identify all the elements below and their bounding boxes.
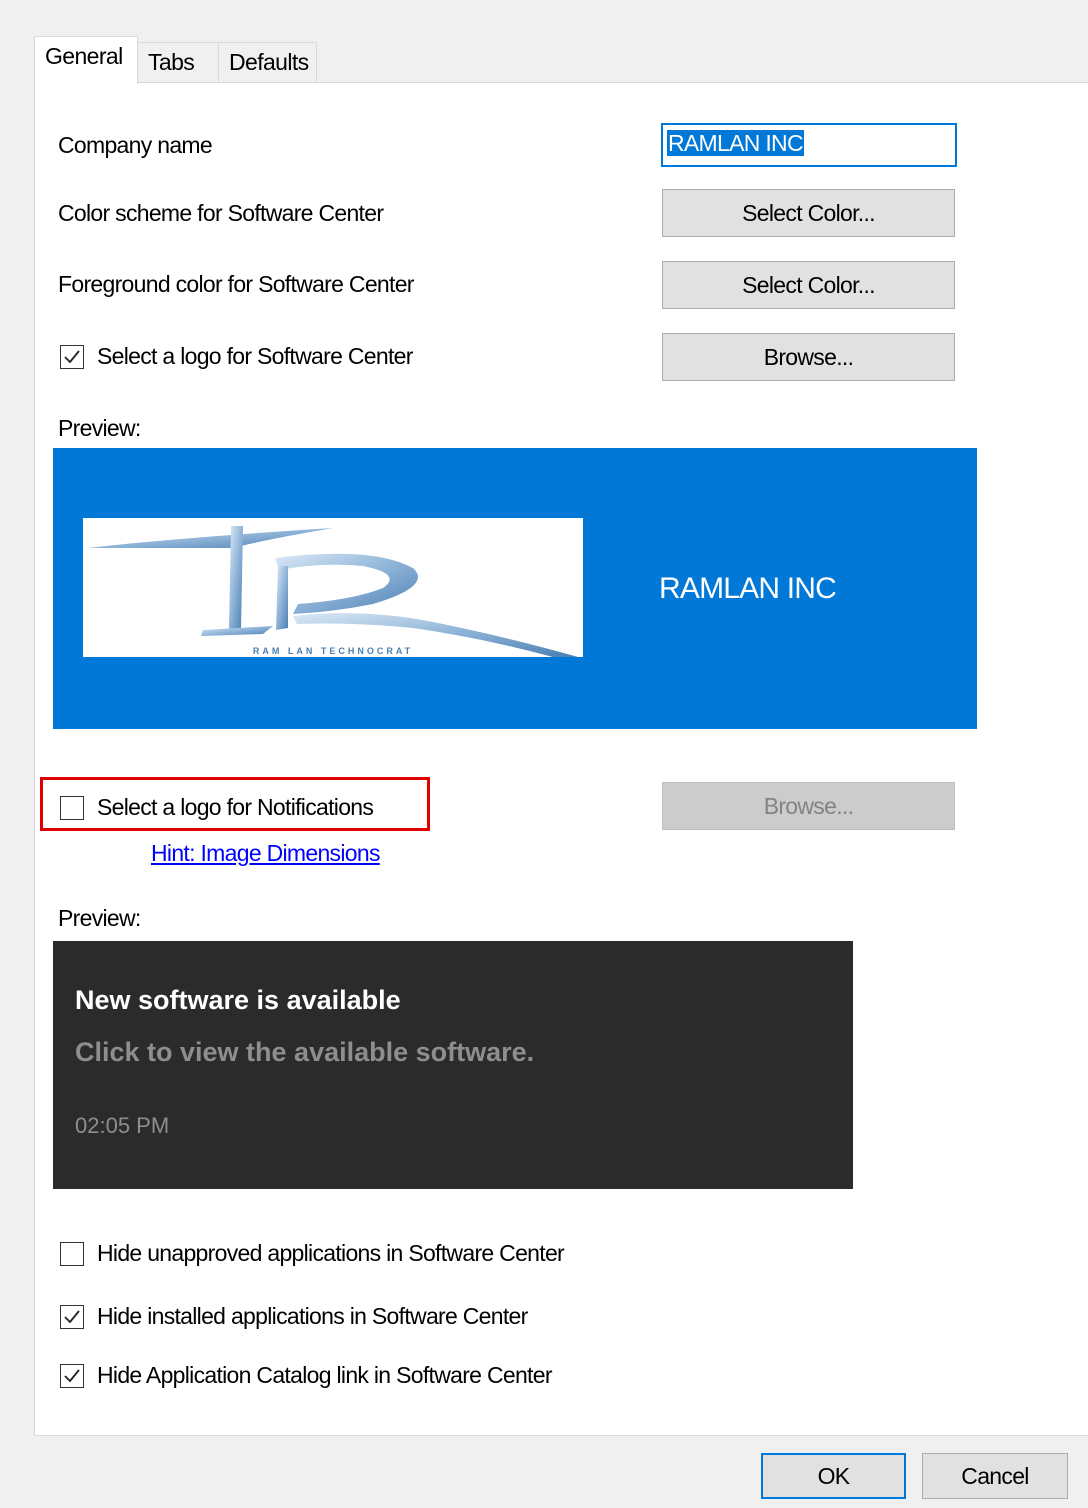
ok-button[interactable]: OK <box>761 1453 906 1499</box>
hide-catalog-link-checkbox[interactable] <box>60 1364 84 1388</box>
foreground-color-label: Foreground color for Software Center <box>58 271 414 297</box>
notification-message: Click to view the available software. <box>75 1037 535 1067</box>
tab-general[interactable]: General <box>34 36 138 84</box>
logo-notifications-label: Select a logo for Notifications <box>97 794 374 820</box>
checkmark-icon <box>64 1369 80 1383</box>
company-name-input[interactable]: RAMLAN INC <box>661 123 957 167</box>
hide-unapproved-label: Hide unapproved applications in Software… <box>97 1240 565 1266</box>
company-name-preview: RAMLAN INC <box>659 572 837 605</box>
company-name-label: Company name <box>58 132 213 158</box>
browse-logo-software-center-button[interactable]: Browse... <box>662 333 955 381</box>
hide-catalog-link-label: Hide Application Catalog link in Softwar… <box>97 1362 552 1388</box>
select-color-scheme-button[interactable]: Select Color... <box>662 189 955 237</box>
select-foreground-color-button[interactable]: Select Color... <box>662 261 955 309</box>
checkmark-icon <box>64 350 80 364</box>
tab-tabs[interactable]: Tabs <box>137 42 219 83</box>
color-scheme-label: Color scheme for Software Center <box>58 200 384 226</box>
notification-preview-label: Preview: <box>58 905 141 931</box>
notification-preview: New software is available Click to view … <box>53 941 853 1189</box>
browse-logo-notifications-button[interactable]: Browse... <box>662 782 955 830</box>
notification-time: 02:05 PM <box>75 1113 170 1138</box>
hide-installed-label: Hide installed applications in Software … <box>97 1303 528 1329</box>
checkmark-icon <box>64 1310 80 1324</box>
logo-notifications-checkbox[interactable] <box>60 796 84 820</box>
software-center-preview: RAM LAN TECHNOCRAT RAMLAN INC <box>53 448 977 729</box>
svg-text:RAM LAN TECHNOCRAT: RAM LAN TECHNOCRAT <box>253 646 413 656</box>
logo-software-center-label: Select a logo for Software Center <box>97 343 413 369</box>
cancel-button[interactable]: Cancel <box>922 1453 1068 1499</box>
tab-defaults[interactable]: Defaults <box>218 42 317 83</box>
hide-unapproved-checkbox[interactable] <box>60 1242 84 1266</box>
hint-image-dimensions-link[interactable]: Hint: Image Dimensions <box>151 840 380 867</box>
notification-title: New software is available <box>75 985 401 1015</box>
company-logo-image: RAM LAN TECHNOCRAT <box>83 518 583 657</box>
logo-graphic: RAM LAN TECHNOCRAT <box>88 526 578 657</box>
company-name-value: RAMLAN INC <box>667 130 804 156</box>
logo-software-center-checkbox[interactable] <box>60 345 84 369</box>
preview-label: Preview: <box>58 415 141 441</box>
hide-installed-checkbox[interactable] <box>60 1305 84 1329</box>
